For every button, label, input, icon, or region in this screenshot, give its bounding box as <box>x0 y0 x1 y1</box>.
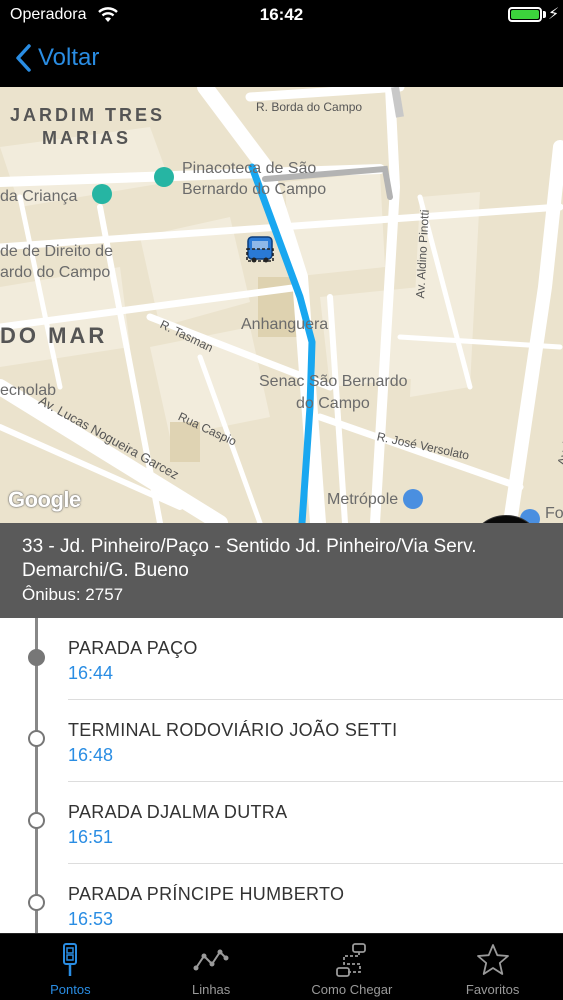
route-line-icon <box>193 949 229 971</box>
clock: 16:42 <box>259 5 304 24</box>
map-label-anhanguera: Anhanguera <box>241 316 329 333</box>
stop-name: PARADA PAÇO <box>68 638 198 658</box>
map-label-marias: MARIAS <box>42 128 131 148</box>
tab-label: Favoritos <box>465 982 520 997</box>
back-button[interactable]: Voltar <box>14 40 99 76</box>
park-poi-icon <box>92 184 112 204</box>
bus-number: Ônibus: 2757 <box>22 585 124 604</box>
route-title: 33 - Jd. Pinheiro/Paço - Sentido Jd. Pin… <box>22 536 477 581</box>
map-label-pinacoteca-1: Pinacoteca de São <box>182 160 317 177</box>
map-label-pinacoteca-2: Bernardo do Campo <box>182 181 327 198</box>
map-label-fo: Fo <box>545 505 563 522</box>
tab-linhas[interactable]: Linhas <box>141 934 282 1000</box>
battery-tip <box>543 11 546 18</box>
shopping-poi-icon <box>403 489 423 509</box>
stop-name: PARADA DJALMA DUTRA <box>68 802 288 822</box>
google-logo: Google <box>8 487 81 512</box>
stop-time: 16:44 <box>68 663 114 683</box>
current-stop-dot-icon <box>28 649 45 666</box>
map-label-direito-2: ardo do Campo <box>0 264 111 281</box>
stop-item[interactable]: TERMINAL RODOVIÁRIO JOÃO SETTI 16:48 <box>0 700 563 782</box>
map-label-da-crianca: da Criança <box>0 188 78 205</box>
map-streets <box>0 87 563 523</box>
map-label-do-mar: DO MAR <box>0 323 108 348</box>
map-label-senac-1: Senac São Bernardo <box>259 373 408 390</box>
back-label: Voltar <box>38 44 100 71</box>
bus-stop-icon <box>63 943 78 976</box>
stop-item[interactable]: PARADA PRÍNCIPE HUMBERTO 16:53 <box>0 864 563 933</box>
stop-item[interactable]: PARADA DJALMA DUTRA 16:51 <box>0 782 563 864</box>
map-label-metropole: Metrópole <box>327 491 399 508</box>
route-map[interactable]: JARDIM TRES MARIAS R. Borda do Campo Pin… <box>0 87 563 523</box>
stop-time: 16:51 <box>68 827 114 847</box>
route-info-panel: 33 - Jd. Pinheiro/Paço - Sentido Jd. Pin… <box>0 523 563 618</box>
map-label-direito-1: de de Direito de <box>0 243 113 260</box>
map-label-r-borda-do-campo: R. Borda do Campo <box>256 100 363 114</box>
map-label-jardim-tres: JARDIM TRES <box>10 105 166 125</box>
stop-dot-icon <box>28 894 45 911</box>
stop-name: TERMINAL RODOVIÁRIO JOÃO SETTI <box>68 720 398 740</box>
stop-dot-icon <box>28 812 45 829</box>
tab-label: Como Chegar <box>311 982 393 997</box>
museum-poi-icon <box>154 167 174 187</box>
map-label-senac-2: do Campo <box>296 395 370 412</box>
bus-marker-icon[interactable] <box>246 235 274 265</box>
tab-bar: Pontos Linhas Como Chegar Favoritos <box>0 933 563 1000</box>
charging-icon: ⚡ <box>548 6 560 23</box>
star-icon <box>476 944 509 975</box>
navigation-bar: Voltar <box>0 30 563 87</box>
stop-time: 16:48 <box>68 745 114 765</box>
directions-icon <box>335 943 366 977</box>
stop-time: 16:53 <box>68 909 114 929</box>
chevron-left-icon <box>16 44 31 72</box>
tab-pontos[interactable]: Pontos <box>0 934 141 1000</box>
stop-name: PARADA PRÍNCIPE HUMBERTO <box>68 884 345 904</box>
tab-favoritos[interactable]: Favoritos <box>422 934 563 1000</box>
stops-list[interactable]: PARADA PAÇO 16:44 TERMINAL RODOVIÁRIO JO… <box>0 618 563 933</box>
stop-dot-icon <box>28 730 45 747</box>
battery-icon <box>508 7 542 22</box>
tab-label: Linhas <box>191 982 231 997</box>
tab-como-chegar[interactable]: Como Chegar <box>282 934 423 1000</box>
stop-item[interactable]: PARADA PAÇO 16:44 <box>0 618 563 700</box>
tab-label: Pontos <box>50 982 91 997</box>
status-bar: Operadora 16:42 ⚡ <box>0 0 563 30</box>
